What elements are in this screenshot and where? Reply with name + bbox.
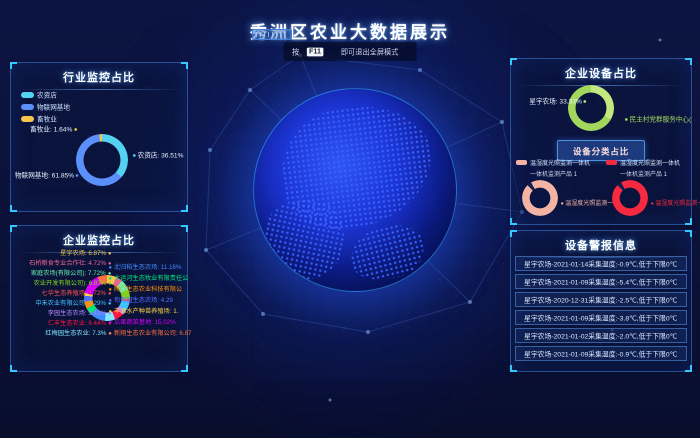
equipment-donut-chart[interactable] [568, 85, 614, 131]
legend-swatch [21, 104, 34, 110]
enterprise-labels-left: 星宇农场: 6.87% 石桥粮食专业合作社: 4.72% 家庭农场(有限公司):… [13, 249, 111, 339]
device-class-donut-2[interactable] [612, 180, 648, 216]
alarm-item: 星宇农场-2020-12-31采集温度:-2.5℃,低于下限0℃ [515, 292, 687, 307]
alarm-item: 星宇农场-2021-01-09采集温度:-3.8℃,低于下限0℃ [515, 310, 687, 325]
industry-monitor-panel: 行业监控占比 农资店 物联网基地 畜牧业 畜牧业: 1.64% 农资店: 36.… [10, 62, 188, 212]
enterprise-label: 中禾农业有限公司: 7.29% [35, 301, 111, 307]
globe-visualization [253, 88, 457, 292]
header: 秀洲区农业大数据展示 按 F11 即可退出全屏模式 [0, 0, 700, 43]
industry-label-livestock: 畜牧业: 1.64% [30, 124, 79, 134]
hint-prefix: 按 [292, 46, 299, 57]
panel-title-alarms: 设备警报信息 [511, 237, 691, 253]
equipment-label-xingyu: 星宇农场: 33.33% [529, 96, 565, 106]
equipment-panel: 企业设备占比 星宇农场: 33.33% 民主村党群服务中心( 设备分类占比 温湿… [510, 58, 692, 225]
industry-label-iot-base: 物联网基地: 61.85% [15, 170, 81, 180]
alarm-item: 星宇农场-2021-01-02采集温度:-2.0℃,低于下限0℃ [515, 328, 687, 343]
legend-swatch [21, 116, 34, 122]
device-class-group-2: 温湿度光照监测一体机 一体机监测产品 1 温湿度光照监测一… [606, 158, 694, 222]
legend-label: 温湿度光照监测一体机 [620, 158, 680, 167]
enterprise-label: 家庭农场(有限公司): 7.72% [31, 271, 111, 277]
enterprise-label: 红梅园生态农业: 7.3% [45, 331, 111, 337]
alarm-item: 星宇农场-2021-01-09采集温度:-5.4℃,低于下限0℃ [515, 274, 687, 289]
dashboard: 秀洲区农业大数据展示 按 F11 即可退出全屏模式 行业监控占比 农资店 物联网… [0, 0, 700, 438]
device-class-sublabel: 一体机监测产品 1 [620, 169, 664, 174]
f11-key-badge: F11 [307, 47, 323, 56]
enterprise-label: 星宇农场: 6.87% [60, 251, 111, 257]
alarm-item: 星宇农场-2021-01-09采集温度:-0.9℃,低于下限0℃ [515, 346, 687, 361]
legend-swatch [516, 160, 527, 165]
device-class-group-1: 温湿度光照监测一体机 一体机监测产品 1 温湿度光照监测一… [516, 158, 604, 222]
legend-item[interactable]: 温湿度光照监测一体机 [606, 158, 694, 167]
enterprise-label: 丰源水产种苗养殖场: 1. [109, 309, 178, 315]
enterprise-label: 北归稻生态农场: 11.16% [109, 265, 181, 271]
device-class-callout: 温湿度光照监测一… [651, 198, 700, 207]
industry-label-agristore: 农资店: 36.51% [131, 150, 183, 160]
enterprise-label: 李园生态农场: 3.42% [48, 311, 111, 317]
equipment-label-minzhu: 民主村党群服务中心( [623, 114, 691, 124]
enterprise-label: 仁丰生态农业: 6.44% [48, 321, 111, 327]
enterprise-labels-right: 北归稻生态农场: 11.16% 大运河生态牧业有限责任公 陶门生态农业科技有限公… [109, 263, 187, 339]
enterprise-label: 农业开发有限公司): 6.87% [33, 281, 111, 287]
brand-logo-icon [252, 29, 292, 40]
alarm-panel: 设备警报信息 星宇农场-2021-01-14采集温度:-0.9℃,低于下限0℃ … [510, 230, 692, 372]
enterprise-label: 甸甸园生态农场: 4.29 [109, 298, 173, 304]
fullscreen-hint: 按 F11 即可退出全屏模式 [284, 42, 417, 61]
hint-suffix: 即可退出全屏模式 [341, 46, 399, 57]
panel-title-industry: 行业监控占比 [11, 69, 187, 85]
legend-label: 温湿度光照监测一体机 [530, 158, 590, 167]
enterprise-label: 大运河生态牧业有限责任公 [109, 276, 188, 282]
alarm-list: 星宇农场-2021-01-14采集温度:-0.9℃,低于下限0℃ 星宇农场-20… [515, 256, 687, 361]
enterprise-label: 七华生态养殖场: 1.72% [42, 291, 111, 297]
enterprise-label: 瓜果蔬菜基地: 15.02% [109, 320, 176, 326]
divider [517, 85, 685, 86]
label-dot [74, 128, 77, 131]
label-dot [76, 174, 79, 177]
panel-title-equipment: 企业设备占比 [511, 65, 691, 81]
panel-title-enterprise: 企业监控占比 [11, 232, 187, 248]
legend-item[interactable]: 温湿度光照监测一体机 [516, 158, 604, 167]
device-class-sublabel: 一体机监测产品 1 [530, 169, 574, 174]
enterprise-label: 新翔生态农业有限公司: 6.87 [109, 331, 191, 337]
enterprise-label: 石桥粮食专业合作社: 4.72% [29, 261, 111, 267]
legend-item[interactable]: 农资店 [21, 90, 87, 99]
label-dot [625, 118, 628, 121]
legend-item[interactable]: 畜牧业 [21, 114, 87, 123]
enterprise-label: 陶门生态农业科技有限公 [109, 287, 182, 293]
alarm-item: 星宇农场-2021-01-14采集温度:-0.9℃,低于下限0℃ [515, 256, 687, 271]
device-class-donut-1[interactable] [522, 180, 558, 216]
legend-swatch [21, 92, 34, 98]
legend-swatch [606, 160, 617, 165]
industry-donut-chart[interactable] [76, 134, 128, 186]
legend-label: 物联网基地 [37, 102, 70, 112]
legend-item[interactable]: 物联网基地 [21, 102, 87, 111]
legend-label: 畜牧业 [37, 114, 57, 124]
industry-legend: 农资店 物联网基地 畜牧业 [21, 90, 87, 123]
label-dot [133, 154, 136, 157]
legend-label: 农资店 [37, 90, 57, 100]
enterprise-monitor-panel: 企业监控占比 星宇农场: 6.87% 石桥粮食专业合作社: 4.72% 家庭农场… [10, 225, 188, 372]
